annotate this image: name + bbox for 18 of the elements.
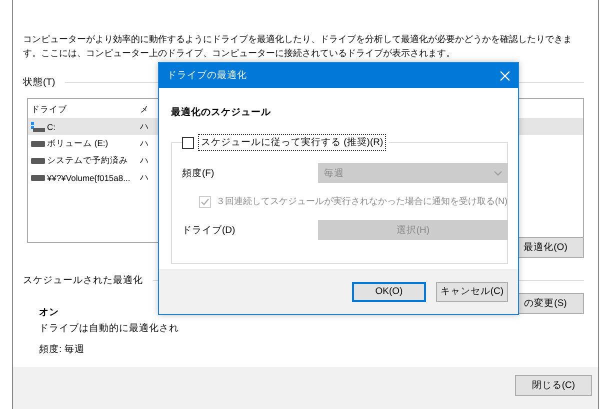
dialog-heading: 最適化のスケジュール xyxy=(171,106,272,119)
drive-name: C: xyxy=(47,122,56,132)
media-type: ハ xyxy=(140,138,149,150)
schedule-frequency: 頻度: 毎週 xyxy=(39,343,86,356)
schedule-state: オン xyxy=(39,306,60,319)
section-title: スケジュールされた最適化 xyxy=(23,274,143,287)
media-type: ハ xyxy=(140,120,149,132)
drive-name: システムで予約済み xyxy=(47,154,128,166)
drive-name: ボリューム (E:) xyxy=(47,138,108,150)
schedule-message: ドライブは自動的に最適化され xyxy=(39,322,180,335)
drive-name: ¥¥?¥Volume{f015a8... xyxy=(47,172,130,182)
dialog-title: ドライブの最適化 xyxy=(167,69,247,82)
field-label: ドライブ(D) xyxy=(182,224,236,236)
media-type: ハ xyxy=(140,172,149,184)
section-title: 状態(T) xyxy=(23,76,56,89)
field-label: 頻度(F) xyxy=(182,166,216,180)
media-type: ハ xyxy=(140,154,149,166)
description-text: コンピューターがより効率的に動作するようにドライブを最適化したり、ドライブを分析して最適化が必要かどうかを確認したりできます。ここには、コンピューター上のドライブ、コンピューターに接続されているドライブが表示されます。 xyxy=(23,33,573,60)
